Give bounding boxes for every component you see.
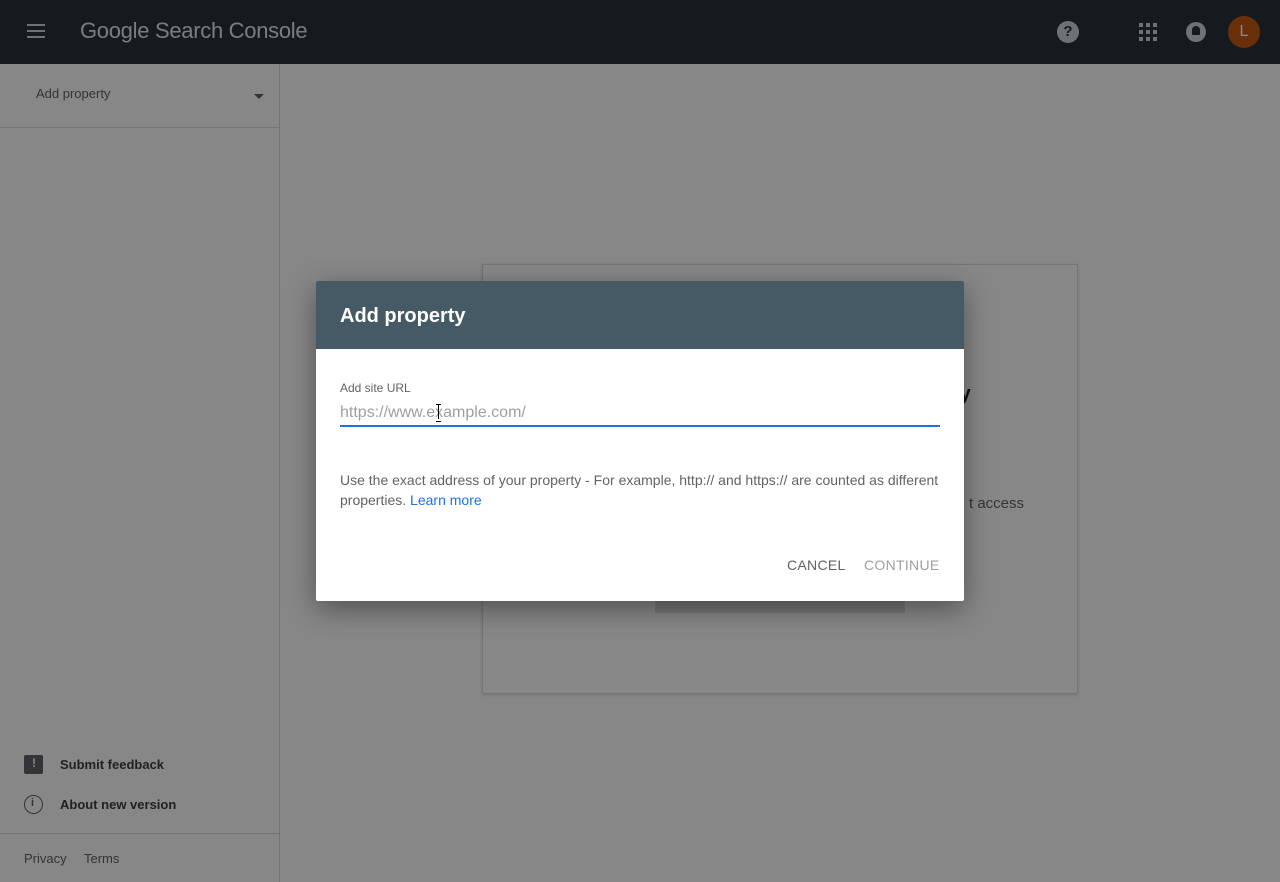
add-property-dialog: Add property Add site URL Use the exact …: [316, 281, 964, 601]
url-hint: Use the exact address of your property -…: [340, 470, 946, 510]
learn-more-link[interactable]: Learn more: [410, 492, 482, 508]
text-cursor-icon: [436, 404, 442, 422]
site-url-label: Add site URL: [340, 381, 411, 395]
site-url-input[interactable]: [340, 401, 940, 427]
continue-button[interactable]: CONTINUE: [856, 553, 948, 577]
dialog-title: Add property: [340, 305, 466, 327]
cancel-button[interactable]: CANCEL: [779, 553, 854, 577]
